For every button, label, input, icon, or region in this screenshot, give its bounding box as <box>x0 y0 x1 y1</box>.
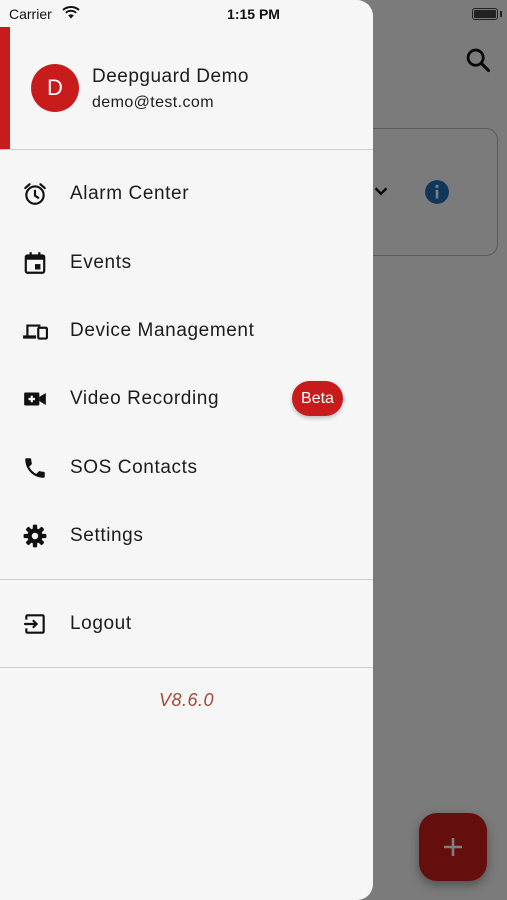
menu-label-video-recording: Video Recording <box>70 388 220 409</box>
menu-label-device-management: Device Management <box>70 320 255 341</box>
navigation-drawer: D Deepguard Demo demo@test.com Alarm Cen… <box>0 0 373 900</box>
gear-icon <box>23 524 47 548</box>
phone-icon <box>25 458 45 478</box>
status-bar: Carrier 1:15 PM <box>0 0 507 28</box>
menu-item-video-recording[interactable]: Video Recording Beta <box>0 367 373 431</box>
header-divider <box>0 149 373 150</box>
menu-item-device-management[interactable]: Device Management <box>0 299 373 363</box>
menu-item-events[interactable]: Events <box>0 231 373 295</box>
alarm-clock-icon <box>24 183 46 205</box>
menu-label-sos-contacts: SOS Contacts <box>70 457 198 478</box>
header-accent-bar <box>0 27 10 149</box>
menu-item-settings[interactable]: Settings <box>0 504 373 568</box>
video-camera-add-icon <box>24 392 46 406</box>
battery-icon <box>472 8 498 20</box>
menu-label-logout: Logout <box>70 613 132 634</box>
menu-item-logout[interactable]: Logout <box>0 592 373 656</box>
menu-divider <box>0 579 373 580</box>
drawer-header: D Deepguard Demo demo@test.com <box>0 27 373 149</box>
menu-label-events: Events <box>70 252 132 273</box>
app-version: V8.6.0 <box>158 690 215 710</box>
user-name: Deepguard Demo <box>92 66 249 87</box>
status-time: 1:15 PM <box>227 6 280 22</box>
menu-item-alarm-center[interactable]: Alarm Center <box>0 162 373 226</box>
battery-tip <box>500 11 502 17</box>
logout-divider <box>0 667 373 668</box>
menu-label-settings: Settings <box>70 525 144 546</box>
beta-badge: Beta <box>292 381 343 416</box>
menu-label-alarm-center: Alarm Center <box>70 183 190 204</box>
logout-icon <box>24 614 45 634</box>
calendar-icon <box>24 252 46 274</box>
menu-item-sos-contacts[interactable]: SOS Contacts <box>0 436 373 500</box>
devices-icon <box>23 324 48 340</box>
user-email: demo@test.com <box>92 94 214 111</box>
avatar[interactable]: D <box>31 64 79 112</box>
